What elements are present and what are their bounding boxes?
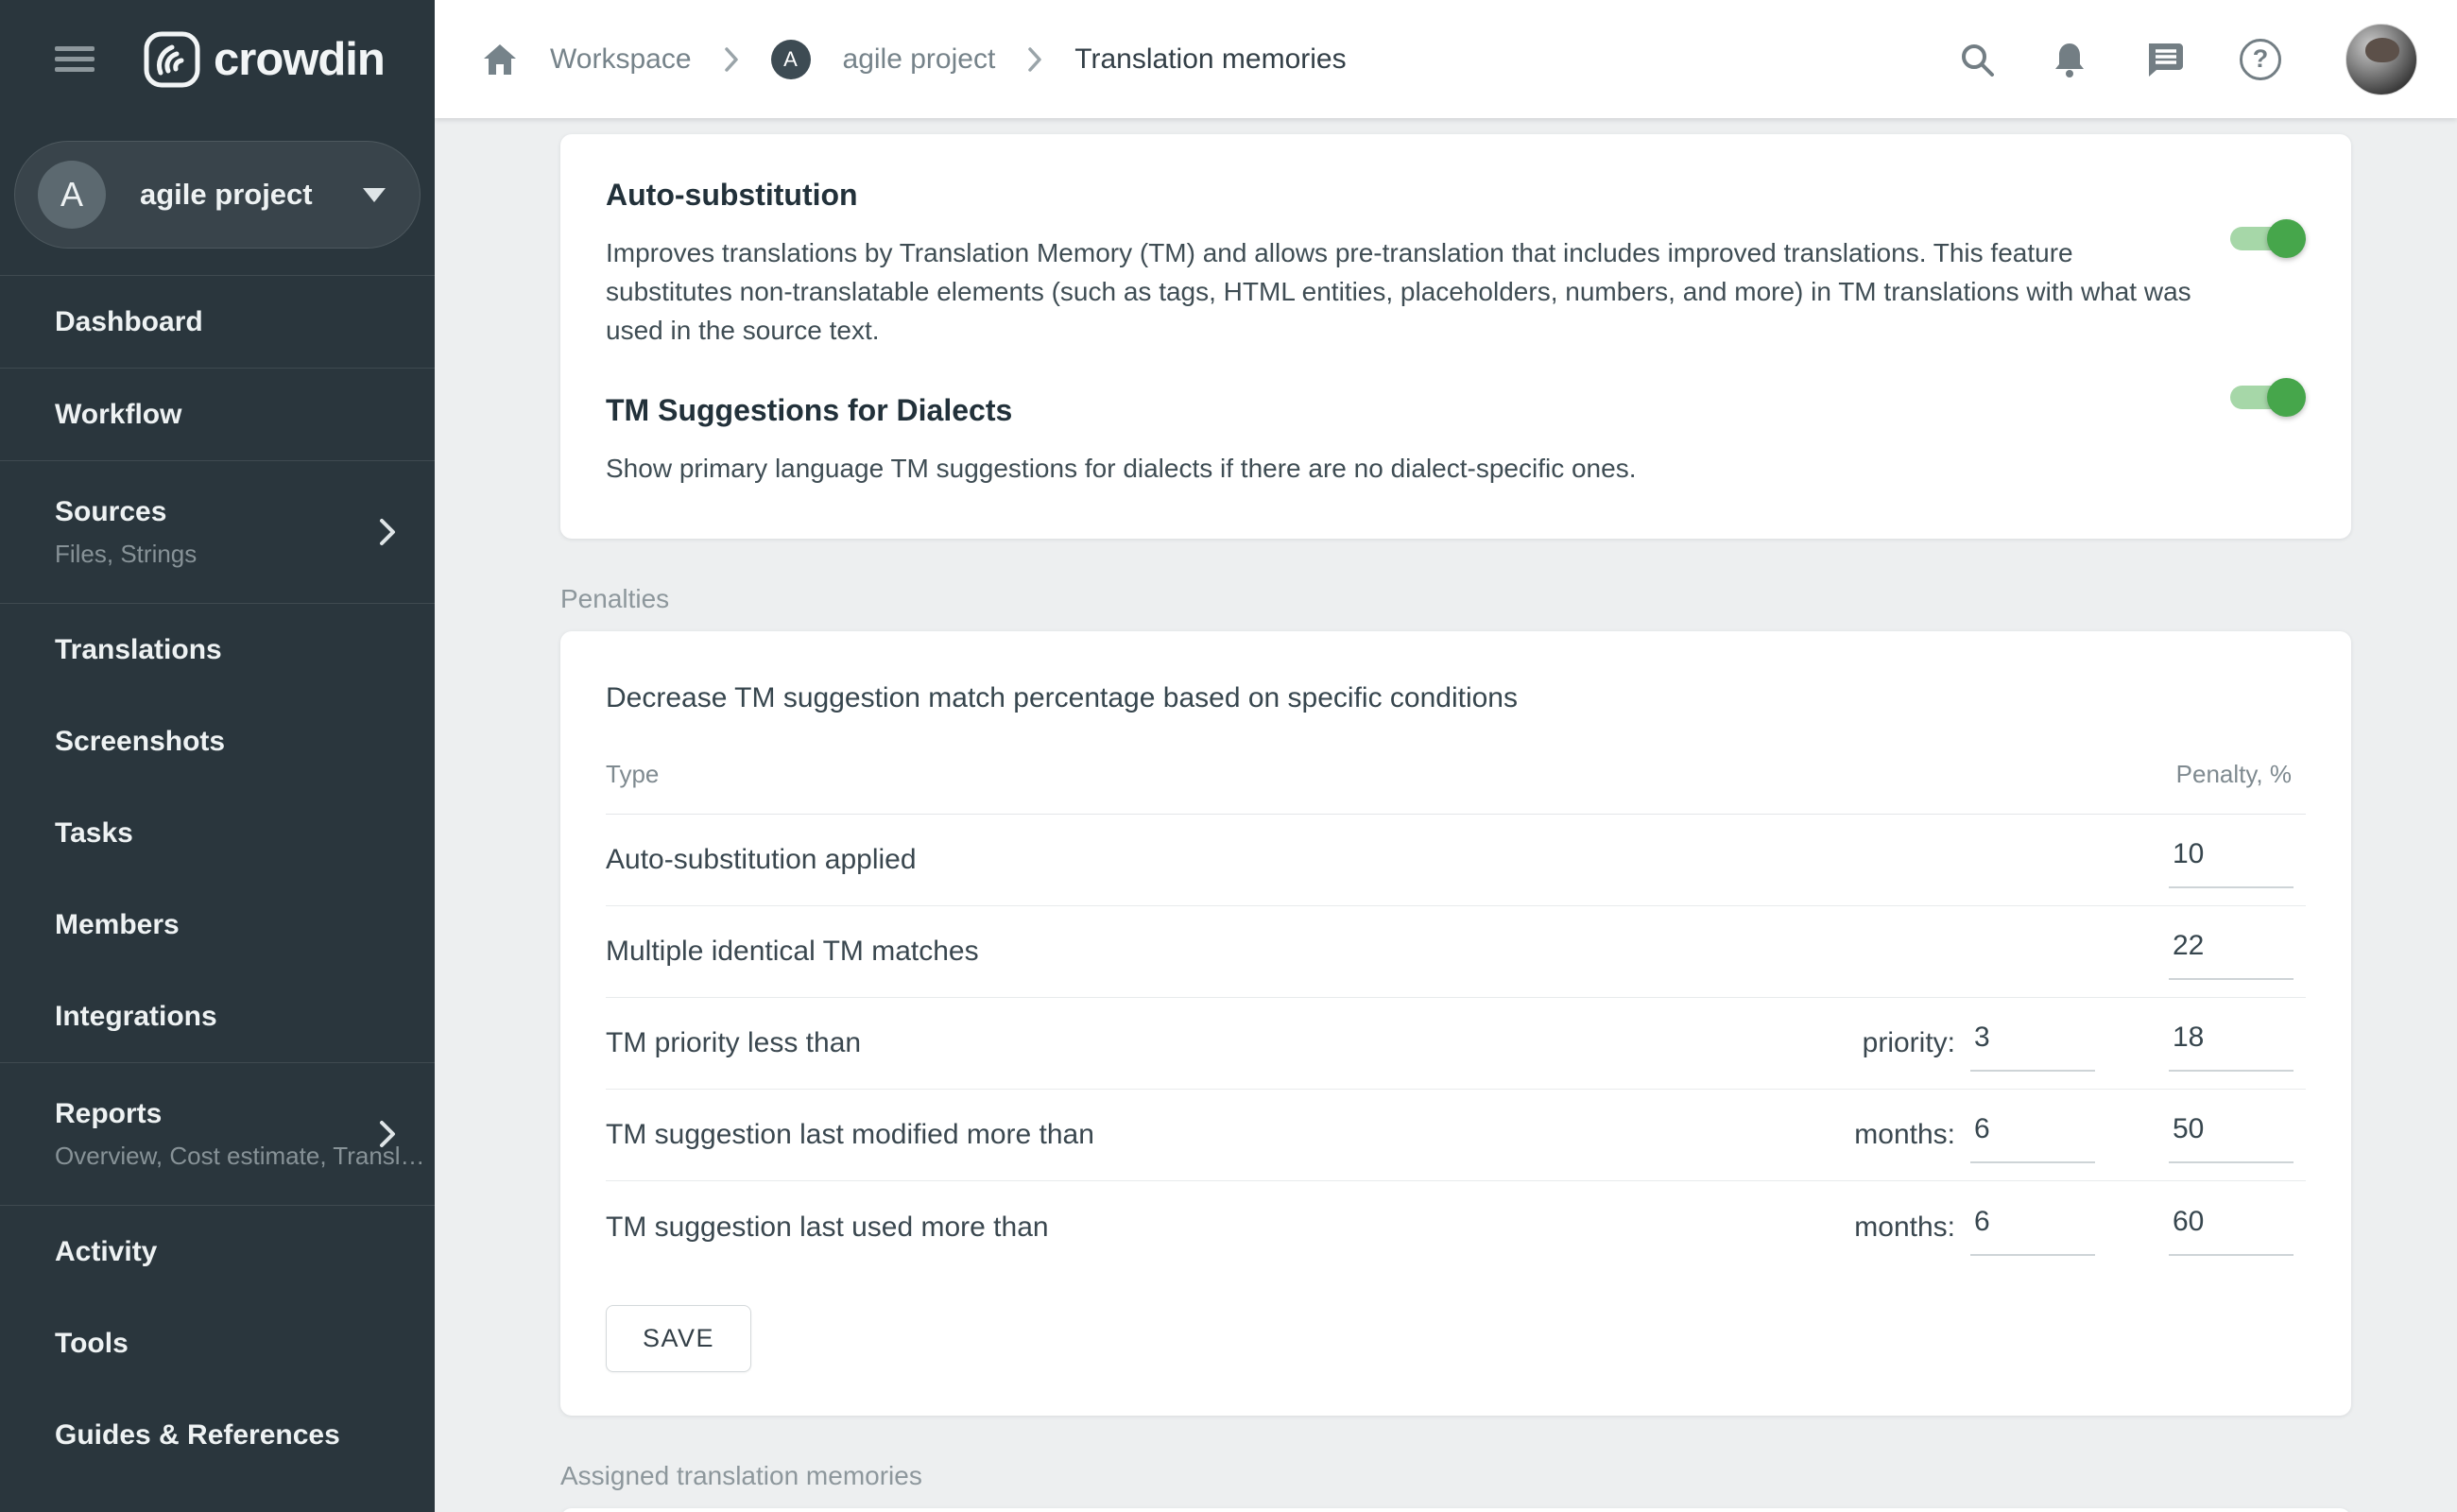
project-name: agile project xyxy=(140,178,363,212)
auto-substitution-toggle[interactable] xyxy=(2230,217,2306,259)
sidebar-item-workflow[interactable]: Workflow xyxy=(0,369,435,460)
breadcrumb-workspace[interactable]: Workspace xyxy=(550,43,692,76)
sidebar-item-dashboard[interactable]: Dashboard xyxy=(0,276,435,368)
penalties-section-label: Penalties xyxy=(560,584,2351,614)
breadcrumb-project-avatar[interactable]: A xyxy=(771,40,811,79)
sidebar: crowdin A agile project Dashboard Workfl… xyxy=(0,0,435,1512)
months-param-input[interactable] xyxy=(1970,1199,2095,1256)
months-param-label: months: xyxy=(1854,1119,1955,1151)
penalty-input[interactable] xyxy=(2169,1107,2294,1163)
crowdin-wordmark: crowdin xyxy=(214,33,385,86)
tm-dialects-toggle[interactable] xyxy=(2230,376,2306,418)
sidebar-item-translations[interactable]: Translations xyxy=(0,604,435,696)
penalties-table-header: Type Penalty, % xyxy=(606,760,2306,815)
user-avatar[interactable] xyxy=(2345,24,2417,95)
sidebar-item-tools[interactable]: Tools xyxy=(0,1297,435,1389)
save-button[interactable]: SAVE xyxy=(606,1305,751,1372)
project-selector[interactable]: A agile project xyxy=(14,141,421,249)
topbar: Workspace A agile project Translation me… xyxy=(435,0,2457,118)
messages-icon[interactable] xyxy=(2143,40,2185,79)
home-icon[interactable] xyxy=(482,43,518,77)
penalty-input[interactable] xyxy=(2169,923,2294,980)
penalty-input[interactable] xyxy=(2169,1015,2294,1072)
crowdin-logo[interactable]: crowdin xyxy=(144,31,385,88)
sidebar-item-guides-references[interactable]: Guides & References xyxy=(0,1389,435,1481)
penalties-card-title: Decrease TM suggestion match percentage … xyxy=(606,682,2306,714)
notifications-bell-icon[interactable] xyxy=(2051,40,2088,79)
penalty-input[interactable] xyxy=(2169,1199,2294,1256)
project-avatar: A xyxy=(38,161,106,229)
sidebar-item-activity[interactable]: Activity xyxy=(0,1206,435,1297)
sidebar-item-miro-embedded[interactable]: Miro Embedded xyxy=(0,1481,435,1512)
tm-dialects-description: Show primary language TM suggestions for… xyxy=(606,449,2203,488)
months-param-input[interactable] xyxy=(1970,1107,2095,1163)
chevron-right-icon xyxy=(378,517,397,547)
sidebar-item-sources-subtitle: Files, Strings xyxy=(55,540,197,569)
breadcrumb-current-page: Translation memories xyxy=(1074,43,1346,76)
months-param-label: months: xyxy=(1854,1211,1955,1244)
tm-dialects-title: TM Suggestions for Dialects xyxy=(606,393,2306,428)
priority-param-label: priority: xyxy=(1863,1027,1955,1059)
penalties-card: Decrease TM suggestion match percentage … xyxy=(560,631,2351,1416)
crowdin-logo-mark xyxy=(144,31,200,88)
auto-substitution-title: Auto-substitution xyxy=(606,178,2306,213)
hamburger-menu-icon[interactable] xyxy=(55,41,94,77)
help-icon[interactable]: ? xyxy=(2240,39,2281,80)
penalty-input[interactable] xyxy=(2169,832,2294,888)
breadcrumb: Workspace A agile project Translation me… xyxy=(482,40,1958,79)
table-row-multiple-identical-tm-matches: Multiple identical TM matches xyxy=(606,906,2306,998)
table-row-tm-last-modified-more-than: TM suggestion last modified more than mo… xyxy=(606,1090,2306,1181)
table-row-tm-last-used-more-than: TM suggestion last used more than months… xyxy=(606,1181,2306,1273)
priority-param-input[interactable] xyxy=(1970,1015,2095,1072)
chevron-down-icon xyxy=(363,188,386,202)
column-penalty: Penalty, % xyxy=(2176,760,2292,789)
main-content: Auto-substitution Improves translations … xyxy=(435,118,2457,1512)
sidebar-item-reports[interactable]: Reports Overview, Cost estimate, Transl… xyxy=(0,1063,435,1205)
sidebar-item-screenshots[interactable]: Screenshots xyxy=(0,696,435,787)
tm-settings-card: Auto-substitution Improves translations … xyxy=(560,134,2351,539)
sidebar-item-integrations[interactable]: Integrations xyxy=(0,971,435,1062)
auto-substitution-description: Improves translations by Translation Mem… xyxy=(606,233,2203,350)
sidebar-item-reports-subtitle: Overview, Cost estimate, Transl… xyxy=(55,1142,425,1171)
chevron-right-icon xyxy=(378,1119,397,1149)
assigned-tm-card: FILTER xyxy=(560,1508,2351,1512)
sidebar-item-members[interactable]: Members xyxy=(0,879,435,971)
chevron-right-icon xyxy=(1027,45,1042,74)
search-icon[interactable] xyxy=(1958,41,1996,78)
breadcrumb-project[interactable]: agile project xyxy=(843,43,996,76)
sidebar-item-sources[interactable]: Sources Files, Strings xyxy=(0,461,435,603)
sidebar-nav: Dashboard Workflow Sources Files, String… xyxy=(0,275,435,1512)
chevron-right-icon xyxy=(724,45,739,74)
table-row-auto-substitution-applied: Auto-substitution applied xyxy=(606,815,2306,906)
sidebar-item-tasks[interactable]: Tasks xyxy=(0,787,435,879)
column-type: Type xyxy=(606,760,659,789)
table-row-tm-priority-less-than: TM priority less than priority: xyxy=(606,998,2306,1090)
assigned-tm-section-label: Assigned translation memories xyxy=(560,1461,2351,1491)
